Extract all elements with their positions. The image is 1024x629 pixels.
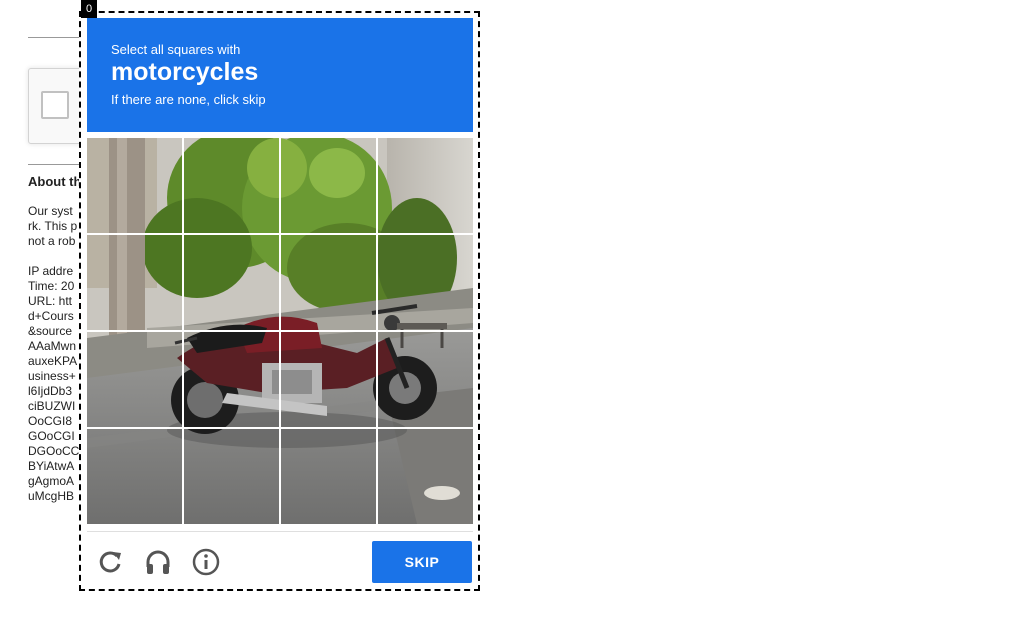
image-tile[interactable]	[281, 429, 376, 524]
challenge-image-grid	[87, 138, 473, 524]
image-tile[interactable]	[281, 332, 376, 427]
image-tile[interactable]	[87, 235, 182, 330]
recaptcha-checkbox[interactable]	[41, 91, 69, 119]
background-text-line: rk. This p	[28, 219, 78, 233]
instruction-target: motorcycles	[111, 58, 259, 86]
image-tile[interactable]	[87, 332, 182, 427]
background-text-line: &source	[28, 324, 73, 338]
grid-divider	[87, 233, 473, 235]
background-text-line: d+Cours	[28, 309, 74, 323]
background-text-line: not a rob	[28, 234, 76, 248]
image-tile[interactable]	[378, 429, 473, 524]
grid-divider	[87, 330, 473, 332]
background-text-line: l6IjdDb3	[28, 384, 73, 398]
image-tile[interactable]	[184, 138, 279, 233]
challenge-header: Select all squares with motorcycles If t…	[87, 18, 473, 132]
background-text-line: OoCGI8	[28, 414, 73, 428]
image-tile[interactable]	[87, 429, 182, 524]
image-tile[interactable]	[281, 235, 376, 330]
instruction-prefix: Select all squares with	[111, 42, 241, 57]
image-tile[interactable]	[184, 332, 279, 427]
background-text-line: Time: 20	[28, 279, 75, 293]
background-text-line: AAaMwn	[28, 339, 77, 353]
image-tile[interactable]	[184, 429, 279, 524]
image-tile[interactable]	[378, 138, 473, 233]
info-icon[interactable]	[191, 547, 221, 577]
footer-divider	[87, 531, 473, 532]
grid-divider	[87, 427, 473, 429]
background-text-line: URL: htt	[28, 294, 73, 308]
image-tile[interactable]	[378, 235, 473, 330]
skip-button[interactable]: SKIP	[372, 541, 472, 583]
background-text-line: GOoCGI	[28, 429, 75, 443]
background-text-line: Our syst	[28, 204, 73, 218]
frame-counter-badge: 0	[81, 0, 97, 18]
image-tile[interactable]	[87, 138, 182, 233]
background-text-line: usiness+	[28, 369, 76, 383]
image-tile[interactable]	[378, 332, 473, 427]
image-tile[interactable]	[184, 235, 279, 330]
background-text-line: uMcgHB	[28, 489, 75, 503]
background-text-line: auxeKPA	[28, 354, 78, 368]
background-text-line: IP addre	[28, 264, 74, 278]
reload-icon[interactable]	[95, 547, 125, 577]
background-text-line: ciBUZWI	[28, 399, 76, 413]
about-heading: About th	[28, 174, 82, 189]
background-text-line: DGOoCC	[28, 444, 80, 458]
image-tile[interactable]	[281, 138, 376, 233]
background-text-line: gAgmoA	[28, 474, 75, 488]
instruction-suffix: If there are none, click skip	[111, 92, 266, 107]
headphones-icon[interactable]	[143, 547, 173, 577]
background-text-line: BYiAtwA	[28, 459, 75, 473]
